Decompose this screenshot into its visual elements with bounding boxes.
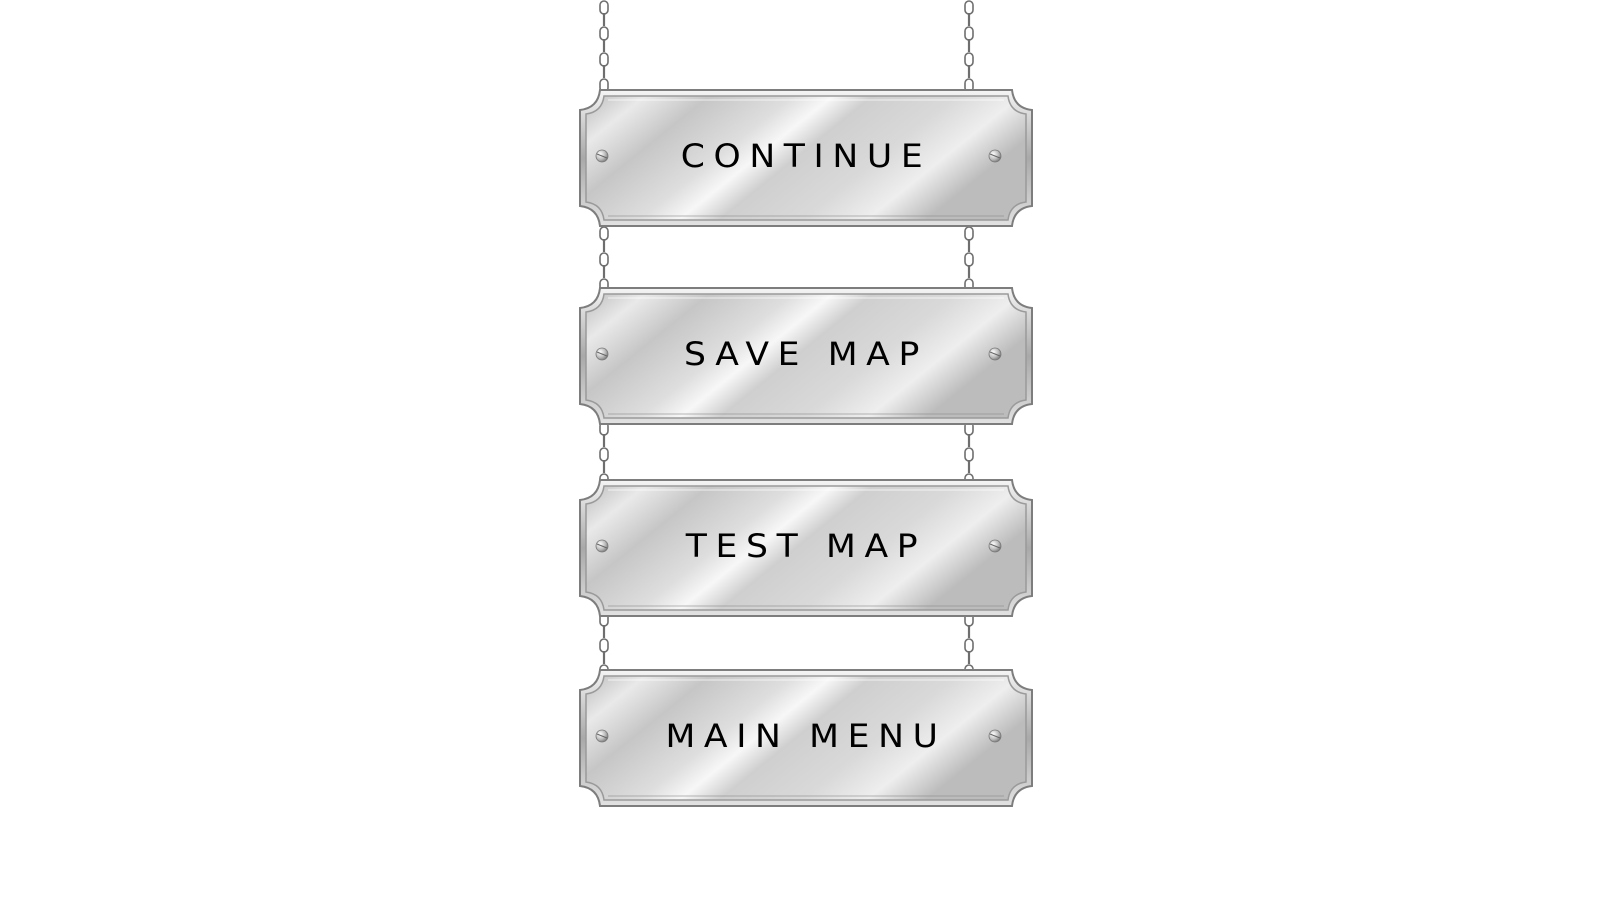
pause-menu: CONTINUE SAVE MAP TEST MAP MAIN MENU xyxy=(0,0,1600,900)
test-map-button[interactable]: TEST MAP xyxy=(578,478,1034,618)
continue-button[interactable]: CONTINUE xyxy=(578,88,1034,228)
main-menu-button[interactable]: MAIN MENU xyxy=(578,668,1034,808)
menu-item-label: CONTINUE xyxy=(680,137,932,175)
menu-item-label: SAVE MAP xyxy=(684,335,928,373)
save-map-button[interactable]: SAVE MAP xyxy=(578,286,1034,426)
menu-item-label: MAIN MENU xyxy=(665,717,947,755)
menu-item-label: TEST MAP xyxy=(685,527,927,565)
